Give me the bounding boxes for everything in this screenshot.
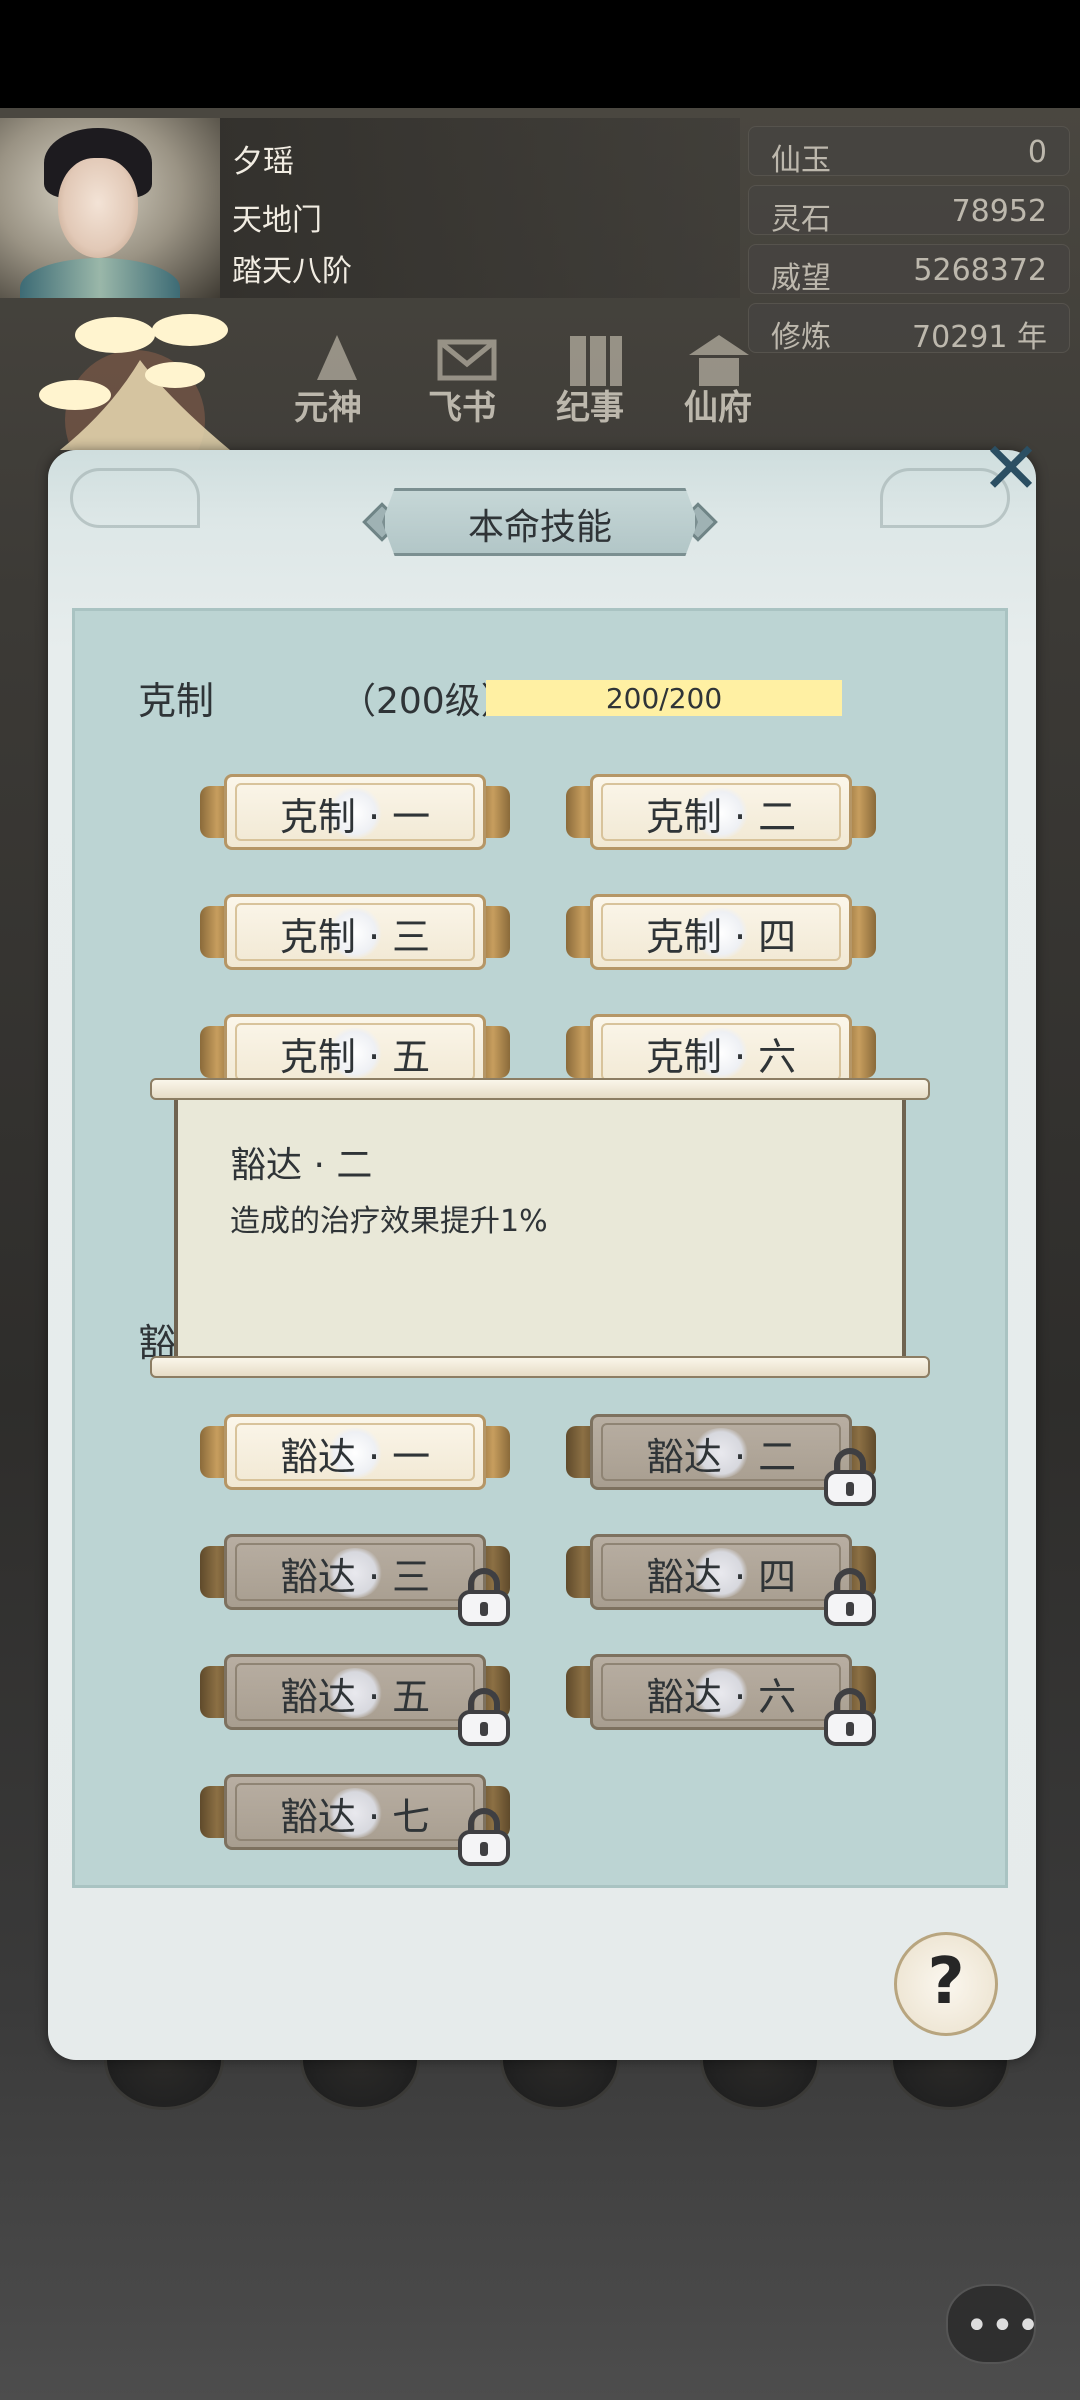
tooltip-title: 豁达 · 二 bbox=[230, 1145, 373, 1186]
stat-value: 5268372 bbox=[913, 253, 1047, 288]
help-icon: ? bbox=[927, 1945, 965, 2019]
stat-value: 0 bbox=[1027, 135, 1047, 170]
stat-label: 威望 bbox=[771, 261, 831, 296]
skill-label: 豁达 · 六 bbox=[645, 1675, 797, 1719]
stat-xiulian: 修炼 70291 年 bbox=[748, 303, 1070, 355]
skill-label: 豁达 · 三 bbox=[279, 1555, 431, 1599]
skill-label: 克制 · 二 bbox=[645, 795, 797, 839]
lock-icon bbox=[456, 1568, 512, 1626]
help-button[interactable]: ? bbox=[894, 1932, 998, 2036]
skill-scroll-button[interactable]: 克制 · 一 bbox=[200, 770, 510, 854]
lock-icon bbox=[822, 1688, 878, 1746]
tree-icon[interactable] bbox=[20, 300, 250, 470]
nav-jishi[interactable]: 纪事 bbox=[556, 380, 624, 429]
skill-label: 豁达 · 二 bbox=[645, 1435, 797, 1479]
lock-icon bbox=[822, 1448, 878, 1506]
tooltip-rod bbox=[150, 1356, 930, 1378]
skill-label: 克制 · 三 bbox=[279, 915, 431, 959]
stat-weiwang: 威望 5268372 bbox=[748, 244, 1070, 296]
stat-lingshi: 灵石 78952 bbox=[748, 185, 1070, 237]
progress-text: 200/200 bbox=[605, 682, 723, 715]
decor-swirl bbox=[70, 468, 200, 528]
group-label: 克制 bbox=[138, 679, 215, 723]
skill-scroll-button[interactable]: 克制 · 二 bbox=[566, 770, 876, 854]
tooltip-rod bbox=[150, 1078, 930, 1100]
stat-value: 70291 年 bbox=[912, 320, 1047, 355]
stat-label: 仙玉 bbox=[771, 143, 831, 178]
stat-xianyu: 仙玉 0 bbox=[748, 126, 1070, 178]
lock-icon bbox=[822, 1568, 878, 1626]
avatar-face bbox=[58, 158, 138, 258]
lock-icon bbox=[456, 1688, 512, 1746]
close-button[interactable]: ✕ bbox=[976, 426, 1046, 510]
nav-yuanshen[interactable]: 元神 bbox=[294, 380, 362, 429]
modal-title: 本命技能 bbox=[467, 507, 612, 548]
skill-label: 克制 · 四 bbox=[645, 915, 797, 959]
close-icon: ✕ bbox=[980, 426, 1042, 510]
stat-value: 78952 bbox=[951, 194, 1047, 229]
skill-scroll-button[interactable]: 克制 · 四 bbox=[566, 890, 876, 974]
skill-label: 豁达 · 五 bbox=[279, 1675, 431, 1719]
skill-scroll-button[interactable]: 豁达 · 一 bbox=[200, 1410, 510, 1494]
stat-label: 灵石 bbox=[771, 202, 831, 237]
skill-label: 克制 · 五 bbox=[279, 1035, 431, 1079]
skill-label: 克制 · 六 bbox=[645, 1035, 797, 1079]
avatar-robe bbox=[20, 258, 180, 298]
stat-label: 修炼 bbox=[771, 320, 831, 355]
skill-label: 豁达 · 七 bbox=[279, 1795, 431, 1839]
skill-label: 克制 · 一 bbox=[279, 795, 431, 839]
chat-dots-icon: ••• bbox=[965, 2303, 1042, 2349]
player-name: 夕瑶 bbox=[232, 144, 294, 180]
lock-icon bbox=[456, 1808, 512, 1866]
chat-icon[interactable]: ••• bbox=[946, 2284, 1040, 2364]
avatar[interactable] bbox=[0, 118, 220, 298]
skill-scroll-button[interactable]: 克制 · 三 bbox=[200, 890, 510, 974]
nav-feishu[interactable]: 飞书 bbox=[428, 380, 496, 429]
nav-xianfu[interactable]: 仙府 bbox=[684, 380, 752, 429]
player-realm: 踏天八阶 bbox=[232, 254, 352, 289]
player-sect: 天地门 bbox=[232, 203, 322, 238]
tooltip-description: 造成的治疗效果提升1% bbox=[230, 1204, 548, 1239]
skill-label: 豁达 · 四 bbox=[645, 1555, 797, 1599]
status-bar bbox=[0, 0, 1080, 108]
skill-label: 豁达 · 一 bbox=[279, 1435, 431, 1479]
level-progress-bar: 200/200 bbox=[486, 680, 842, 716]
